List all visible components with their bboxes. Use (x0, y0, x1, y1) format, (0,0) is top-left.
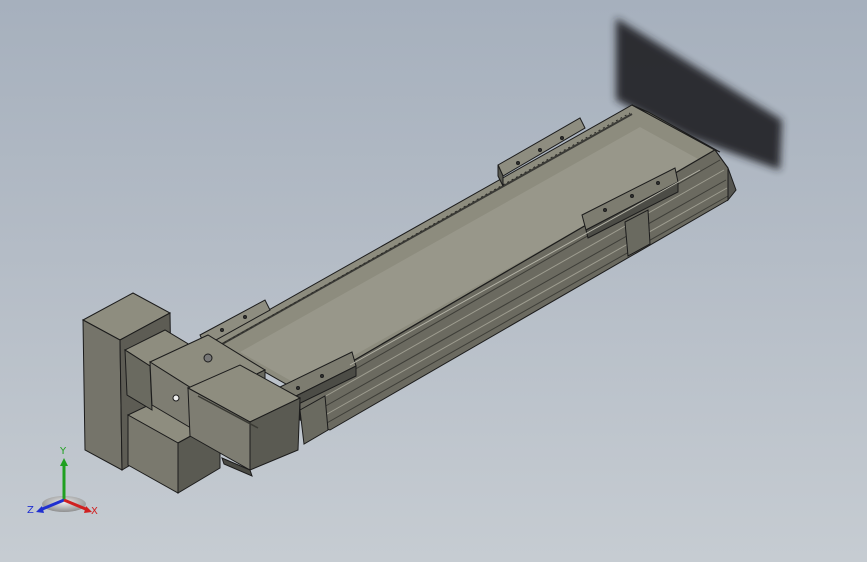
z-axis-label: Z (27, 505, 34, 516)
rail-body (210, 104, 737, 431)
cad-viewport[interactable]: Y Z X (0, 0, 867, 562)
x-axis-label: X (91, 506, 98, 517)
y-axis-label: Y (60, 446, 67, 457)
linear-actuator-model[interactable] (0, 0, 867, 562)
coordinate-triad: Y Z X (26, 446, 102, 520)
